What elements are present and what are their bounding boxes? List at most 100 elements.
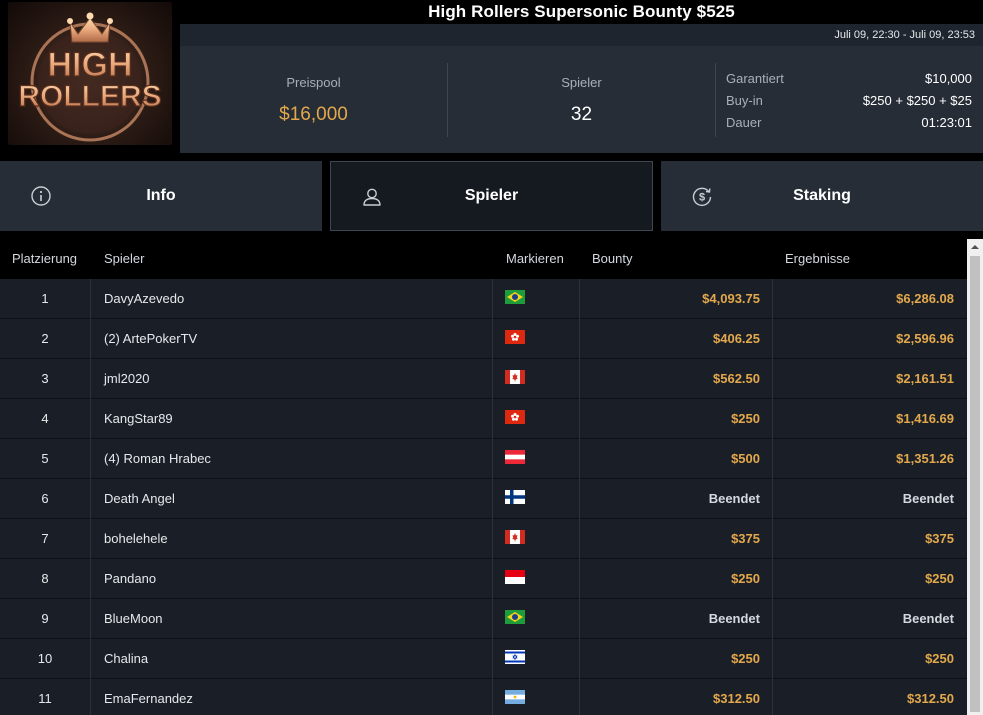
column-divider	[772, 279, 773, 319]
tab-bar: Info Spieler $ Staking	[0, 153, 983, 239]
detail-value: 01:23:01	[921, 115, 972, 130]
indonesia-flag-icon	[505, 570, 525, 584]
cell-rank: 6	[41, 491, 49, 506]
cell-result: $2,161.51	[896, 371, 954, 386]
cell-result: $1,416.69	[896, 411, 954, 426]
cell-result: $1,351.26	[896, 451, 954, 466]
finland-flag-icon	[505, 490, 525, 504]
cell-player-name[interactable]: Death Angel	[104, 479, 175, 519]
column-divider	[772, 399, 773, 439]
column-divider	[90, 439, 91, 479]
column-divider	[579, 439, 580, 479]
header-rank[interactable]: Platzierung	[12, 239, 77, 279]
tab-staking[interactable]: $ Staking	[661, 161, 983, 231]
column-divider	[492, 439, 493, 479]
cell-result: $250	[925, 571, 954, 586]
detail-key: Garantiert	[726, 71, 784, 86]
cell-player-name[interactable]: DavyAzevedo	[104, 279, 184, 319]
stats-panel: Preispool $16,000 Spieler 32 Garantiert …	[180, 46, 983, 153]
tab-info[interactable]: Info	[0, 161, 322, 231]
column-divider	[492, 519, 493, 559]
column-divider	[90, 679, 91, 715]
cell-result: $2,596.96	[896, 331, 954, 346]
cell-bounty: $250	[731, 651, 760, 666]
header-flag[interactable]: Markieren	[506, 239, 564, 279]
header-bounty[interactable]: Bounty	[592, 239, 632, 279]
column-divider	[579, 519, 580, 559]
table-row[interactable]: 10 Chalina $250 $250	[0, 639, 967, 679]
column-divider	[579, 639, 580, 679]
svg-text:HIGH: HIGH	[48, 46, 133, 84]
cell-rank: 9	[41, 611, 49, 626]
table-row[interactable]: 1 DavyAzevedo $4,093.75 $6,286.08	[0, 279, 967, 319]
logo-image: HIGH ROLLERS	[8, 2, 172, 145]
israel-flag-icon	[505, 650, 525, 664]
cell-player-name[interactable]: (2) ArtePokerTV	[104, 319, 197, 359]
detail-buyin: Buy-in $250 + $250 + $25	[726, 90, 972, 112]
cell-player-name[interactable]: EmaFernandez	[104, 679, 193, 715]
header-player[interactable]: Spieler	[104, 239, 144, 279]
column-divider	[772, 319, 773, 359]
prizepool-value: $16,000	[279, 104, 348, 125]
column-divider	[579, 679, 580, 715]
austria-flag-icon	[505, 450, 525, 464]
table-row[interactable]: 9 BlueMoon Beendet Beendet	[0, 599, 967, 639]
cell-player-name[interactable]: KangStar89	[104, 399, 173, 439]
table-row[interactable]: 6 Death Angel Beendet Beendet	[0, 479, 967, 519]
cell-result: Beendet	[902, 491, 954, 506]
cell-bounty: $4,093.75	[702, 291, 760, 306]
cell-player-name[interactable]: bohelehele	[104, 519, 168, 559]
tab-players[interactable]: Spieler	[330, 161, 653, 231]
table-header: Platzierung Spieler Markieren Bounty Erg…	[0, 239, 967, 279]
cell-bounty: Beendet	[708, 491, 760, 506]
cell-player-name[interactable]: Chalina	[104, 639, 148, 679]
column-divider	[90, 359, 91, 399]
canada-flag-icon	[505, 370, 525, 384]
cell-bounty: Beendet	[708, 611, 760, 626]
column-divider	[90, 559, 91, 599]
players-value: 32	[570, 104, 593, 125]
svg-text:ROLLERS: ROLLERS	[18, 80, 161, 113]
table-row[interactable]: 5 (4) Roman Hrabec $500 $1,351.26	[0, 439, 967, 479]
cell-player-name[interactable]: Pandano	[104, 559, 156, 599]
cell-result: $6,286.08	[896, 291, 954, 306]
cell-rank: 4	[41, 411, 49, 426]
table-row[interactable]: 3 jml2020 $562.50 $2,161.51	[0, 359, 967, 399]
detail-key: Dauer	[726, 115, 762, 130]
table-body: 1 DavyAzevedo $4,093.75 $6,286.08 2 (2) ArteP…	[0, 279, 967, 715]
cell-player-name[interactable]: BlueMoon	[104, 599, 163, 639]
cell-bounty: $312.50	[713, 691, 760, 706]
column-divider	[492, 359, 493, 399]
tab-players-label: Spieler	[464, 187, 519, 204]
scroll-thumb[interactable]	[970, 256, 980, 712]
column-divider	[579, 479, 580, 519]
column-divider	[772, 359, 773, 399]
cell-player-name[interactable]: jml2020	[104, 359, 150, 399]
scroll-up-arrow-icon[interactable]	[967, 239, 983, 255]
column-divider	[90, 399, 91, 439]
column-divider	[90, 279, 91, 319]
cell-rank: 1	[41, 291, 49, 306]
scrollbar[interactable]	[967, 239, 983, 715]
canada-flag-icon	[505, 530, 525, 544]
cell-player-name[interactable]: (4) Roman Hrabec	[104, 439, 211, 479]
detail-duration: Dauer 01:23:01	[726, 112, 972, 134]
table-row[interactable]: 8 Pandano $250 $250	[0, 559, 967, 599]
cell-rank: 11	[38, 691, 52, 706]
hong-kong-flag-icon	[505, 410, 525, 424]
prizepool-stat: Preispool $16,000	[180, 46, 447, 153]
column-divider	[492, 479, 493, 519]
table-row[interactable]: 7 bohelehele $375 $375	[0, 519, 967, 559]
tab-info-label: Info	[146, 187, 176, 204]
table-row[interactable]: 4 KangStar89 $250 $1,416.69	[0, 399, 967, 439]
column-divider	[579, 599, 580, 639]
cell-result: Beendet	[902, 611, 954, 626]
cell-bounty: $250	[731, 411, 760, 426]
column-divider	[772, 599, 773, 639]
cell-result: $312.50	[907, 691, 954, 706]
table-row[interactable]: 2 (2) ArtePokerTV $406.25 $2,596.96	[0, 319, 967, 359]
table-row[interactable]: 11 EmaFernandez $312.50 $312.50	[0, 679, 967, 715]
cell-bounty: $375	[731, 531, 760, 546]
header-results[interactable]: Ergebnisse	[785, 239, 850, 279]
brazil-flag-icon	[505, 610, 525, 624]
